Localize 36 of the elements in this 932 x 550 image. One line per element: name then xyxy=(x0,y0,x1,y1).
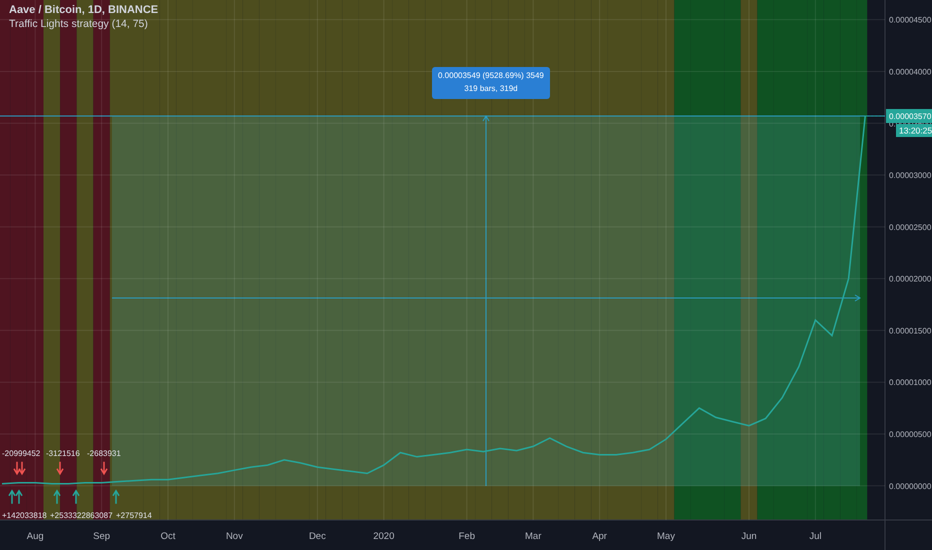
time-axis-label: Mar xyxy=(525,531,542,542)
time-axis-label: Oct xyxy=(160,531,176,542)
up-arrow-icon xyxy=(72,489,80,504)
time-axis-label: Aug xyxy=(26,531,44,542)
price-axis-label: 0.00001500 xyxy=(889,326,932,336)
time-axis-label: 2020 xyxy=(373,531,394,542)
up-arrow-icon xyxy=(112,489,120,504)
price-axis-label: 0.00000500 xyxy=(889,430,932,439)
price-axis-label: 0.00004000 xyxy=(889,67,932,76)
trade-label: +2533322863087 xyxy=(50,510,113,520)
price-axis-label: 0.00002500 xyxy=(889,222,932,232)
price-axis-label: 0.00003000 xyxy=(889,171,932,180)
symbol-title: Aave / Bitcoin, 1D, BINANCE xyxy=(9,4,158,18)
time-axis-label: Nov xyxy=(226,531,243,542)
up-arrow-icon xyxy=(53,489,61,504)
time-axis-label: Sep xyxy=(93,531,110,542)
time-axis-label: Jun xyxy=(741,531,757,542)
price-axis-label: 0.00004500 xyxy=(889,16,932,25)
time-axis-label: Dec xyxy=(308,531,326,542)
trade-label: +142033818 xyxy=(2,510,47,520)
trade-label: -2683931 xyxy=(87,448,121,458)
trade-label: +2757914 xyxy=(116,510,152,520)
trade-label: -20999452 xyxy=(2,448,40,458)
down-arrow-icon xyxy=(56,462,64,476)
study-title: Traffic Lights strategy (14, 75) xyxy=(9,18,149,31)
down-arrow-icon xyxy=(100,462,108,476)
measure-tooltip: 0.00003549 (9528.69%) 3549 319 bars, 319d xyxy=(432,67,550,99)
price-axis-label: 0.00000000 xyxy=(889,482,932,491)
price-axis-label: 0.00002000 xyxy=(889,274,932,284)
time-axis-label: Feb xyxy=(458,531,475,542)
trade-label: -3121516 xyxy=(46,448,80,458)
time-axis-label: Apr xyxy=(592,531,607,542)
price-axis-label: 0.00001000 xyxy=(889,378,932,388)
time-axis-label: May xyxy=(657,531,675,542)
time-axis-label: Jul xyxy=(809,531,822,542)
last-price-tag: 0.00003570 xyxy=(886,109,932,123)
